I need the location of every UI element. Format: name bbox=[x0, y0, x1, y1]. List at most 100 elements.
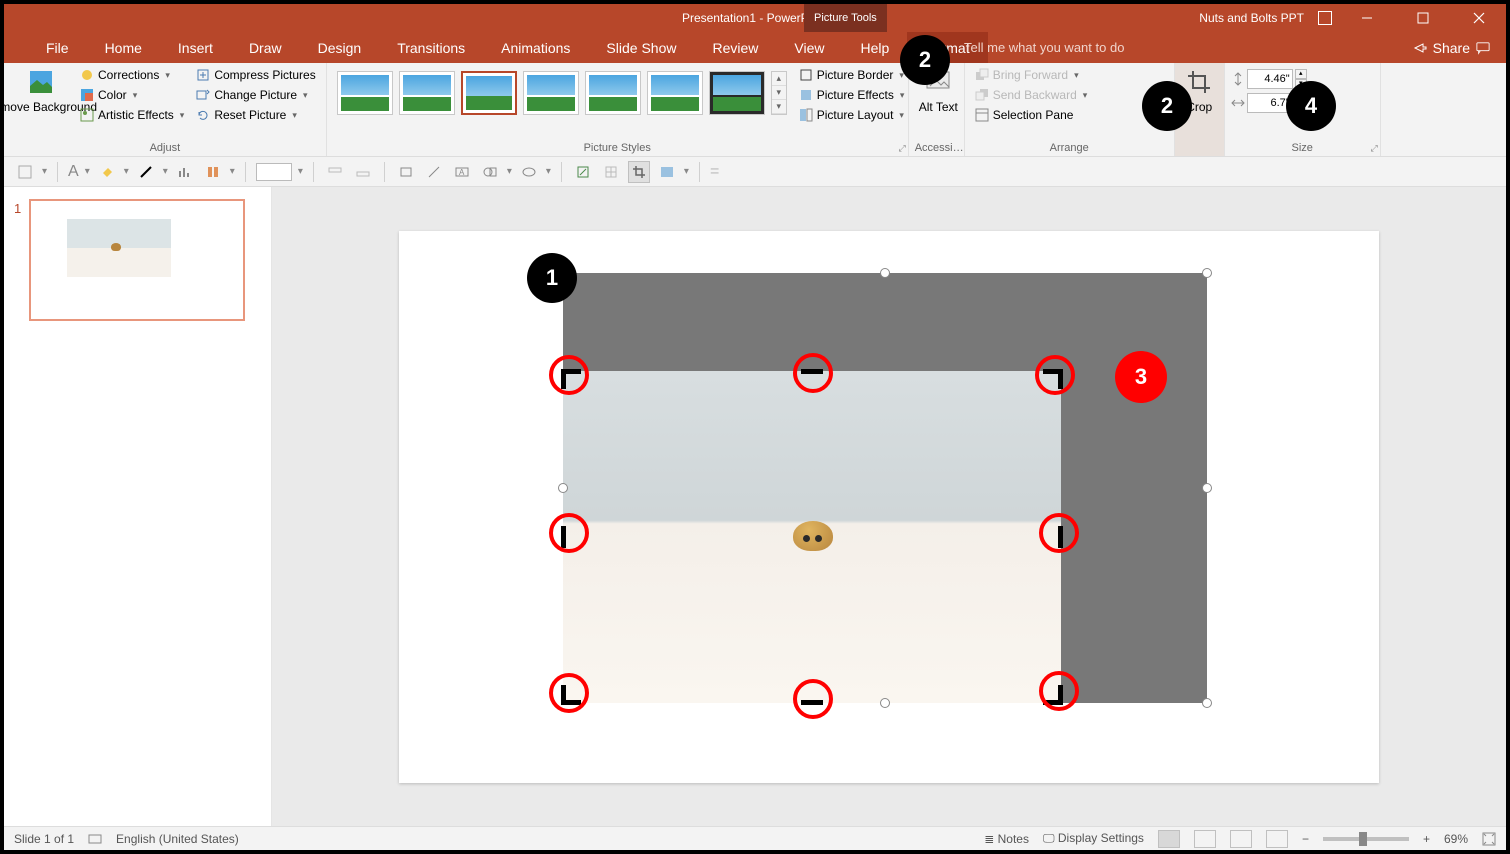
qa-line-icon[interactable] bbox=[423, 161, 445, 183]
tab-review[interactable]: Review bbox=[694, 32, 776, 63]
slide-thumbnail-1[interactable] bbox=[29, 199, 245, 321]
view-slideshow-button[interactable] bbox=[1266, 830, 1288, 848]
annotation-circle bbox=[549, 355, 589, 395]
slide-paper: 1 3 bbox=[399, 231, 1379, 783]
style-thumb[interactable] bbox=[709, 71, 765, 115]
maximize-button[interactable] bbox=[1402, 12, 1444, 24]
view-normal-button[interactable] bbox=[1158, 830, 1180, 848]
zoom-in-button[interactable]: + bbox=[1423, 832, 1430, 846]
language-label[interactable]: English (United States) bbox=[116, 832, 239, 846]
group-size-label: Size bbox=[1231, 142, 1374, 156]
account-name: Nuts and Bolts PPT bbox=[1199, 11, 1304, 25]
picture-effects-button[interactable]: Picture Effects bbox=[795, 85, 909, 105]
annotation-circle bbox=[793, 679, 833, 719]
remove-background-button[interactable]: Remove Background bbox=[10, 65, 72, 117]
tab-animations[interactable]: Animations bbox=[483, 32, 588, 63]
tab-insert[interactable]: Insert bbox=[160, 32, 231, 63]
color-button[interactable]: Color bbox=[76, 85, 188, 105]
style-thumb[interactable] bbox=[647, 71, 703, 115]
view-sorter-button[interactable] bbox=[1194, 830, 1216, 848]
zoom-slider[interactable] bbox=[1323, 837, 1409, 841]
group-launcher-icon[interactable]: ⤢ bbox=[899, 143, 906, 154]
selection-pane-button[interactable]: Selection Pane bbox=[971, 105, 1092, 125]
style-thumb[interactable] bbox=[337, 71, 393, 115]
qa-outline-icon[interactable] bbox=[135, 161, 157, 183]
qa-grid-icon[interactable] bbox=[600, 161, 622, 183]
share-button[interactable]: Share bbox=[1433, 40, 1470, 56]
picture-styles-gallery[interactable]: ▴▾▾ bbox=[333, 65, 791, 121]
zoom-value[interactable]: 69% bbox=[1444, 832, 1468, 846]
tab-draw[interactable]: Draw bbox=[231, 32, 300, 63]
qa-align-icon[interactable] bbox=[202, 161, 224, 183]
qa-button[interactable] bbox=[14, 161, 36, 183]
qa-shapes-icon[interactable] bbox=[479, 161, 501, 183]
style-thumb[interactable] bbox=[523, 71, 579, 115]
group-arrange-label: Arrange bbox=[971, 142, 1168, 156]
selection-handle[interactable] bbox=[880, 268, 890, 278]
selection-handle[interactable] bbox=[1202, 268, 1212, 278]
view-reading-button[interactable] bbox=[1230, 830, 1252, 848]
annotation-badge-2b: 2 bbox=[1142, 81, 1192, 131]
selection-handle[interactable] bbox=[880, 698, 890, 708]
ribbon-options-icon[interactable] bbox=[1318, 11, 1332, 25]
quick-access-strip: ▾ A▾ ▾ ▾ ▾ ▾ A ▾ ▾ ▾ = bbox=[4, 157, 1506, 187]
qa-swatch[interactable] bbox=[256, 163, 292, 181]
qa-textbox-icon[interactable]: A bbox=[451, 161, 473, 183]
notes-button[interactable]: ≣ Notes bbox=[984, 832, 1029, 846]
tab-slideshow[interactable]: Slide Show bbox=[588, 32, 694, 63]
qa-edit-icon[interactable] bbox=[572, 161, 594, 183]
annotation-circle bbox=[549, 673, 589, 713]
picture-layout-button[interactable]: Picture Layout bbox=[795, 105, 909, 125]
annotation-circle bbox=[1039, 513, 1079, 553]
selection-handle[interactable] bbox=[1202, 483, 1212, 493]
picture-border-button[interactable]: Picture Border bbox=[795, 65, 909, 85]
height-icon bbox=[1231, 72, 1245, 86]
tab-row: File Home Insert Draw Design Transitions… bbox=[4, 32, 1506, 63]
send-backward-button[interactable]: Send Backward bbox=[971, 85, 1092, 105]
reset-picture-button[interactable]: Reset Picture bbox=[192, 105, 319, 125]
slide-canvas[interactable]: 1 3 bbox=[272, 187, 1506, 826]
qa-fill-icon[interactable] bbox=[96, 161, 118, 183]
gallery-more-button[interactable]: ▴▾▾ bbox=[771, 71, 787, 115]
style-thumb[interactable] bbox=[585, 71, 641, 115]
size-launcher-icon[interactable]: ⤢ bbox=[1371, 143, 1378, 154]
crop-region[interactable] bbox=[563, 371, 1061, 703]
tab-design[interactable]: Design bbox=[300, 32, 380, 63]
qa-oval-icon[interactable] bbox=[518, 161, 540, 183]
thumb-number: 1 bbox=[14, 201, 21, 321]
change-picture-button[interactable]: Change Picture bbox=[192, 85, 319, 105]
qa-btn[interactable] bbox=[324, 161, 346, 183]
tab-transitions[interactable]: Transitions bbox=[379, 32, 483, 63]
tell-me-input[interactable]: Tell me what you want to do bbox=[964, 40, 1124, 55]
qa-crop-icon[interactable] bbox=[628, 161, 650, 183]
status-bar: Slide 1 of 1 English (United States) ≣ N… bbox=[4, 826, 1506, 850]
selection-handle[interactable] bbox=[558, 483, 568, 493]
zoom-out-button[interactable]: − bbox=[1302, 832, 1309, 846]
style-thumb[interactable] bbox=[399, 71, 455, 115]
qa-btn[interactable] bbox=[352, 161, 374, 183]
close-button[interactable] bbox=[1458, 12, 1500, 24]
qa-pic-icon[interactable] bbox=[656, 161, 678, 183]
annotation-badge-1: 1 bbox=[527, 253, 577, 303]
fit-to-window-icon[interactable] bbox=[1482, 832, 1496, 846]
height-input[interactable] bbox=[1247, 69, 1293, 89]
slide-panel[interactable]: 1 bbox=[4, 187, 272, 826]
qa-chart-icon[interactable] bbox=[174, 161, 196, 183]
selection-handle[interactable] bbox=[1202, 698, 1212, 708]
tab-file[interactable]: File bbox=[28, 32, 87, 63]
qa-rect-icon[interactable] bbox=[395, 161, 417, 183]
display-settings-button[interactable]: 🖵 Display Settings bbox=[1043, 831, 1144, 846]
tab-home[interactable]: Home bbox=[87, 32, 160, 63]
tab-view[interactable]: View bbox=[776, 32, 842, 63]
minimize-button[interactable] bbox=[1346, 12, 1388, 24]
corrections-button[interactable]: Corrections bbox=[76, 65, 188, 85]
compress-pictures-button[interactable]: Compress Pictures bbox=[192, 65, 319, 85]
bring-forward-button[interactable]: Bring Forward bbox=[971, 65, 1092, 85]
selected-picture[interactable] bbox=[563, 273, 1207, 703]
style-thumb-selected[interactable] bbox=[461, 71, 517, 115]
artistic-effects-button[interactable]: Artistic Effects bbox=[76, 105, 188, 125]
comments-icon[interactable] bbox=[1476, 41, 1490, 55]
annotation-badge-4: 4 bbox=[1286, 81, 1336, 131]
tab-help[interactable]: Help bbox=[842, 32, 907, 63]
spellcheck-icon[interactable] bbox=[88, 832, 102, 846]
